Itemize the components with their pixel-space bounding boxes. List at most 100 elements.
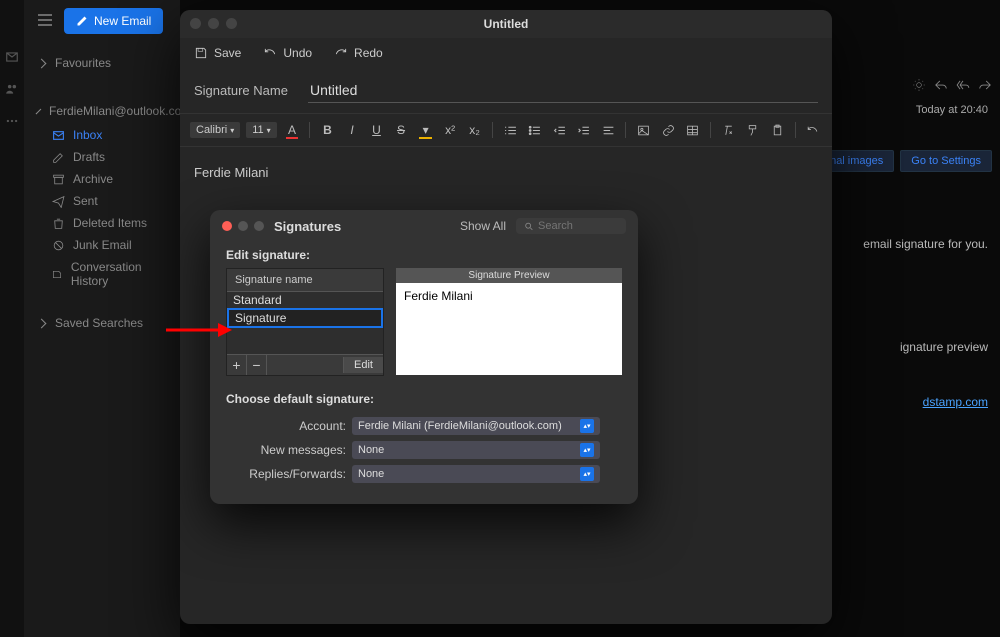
highlight-button[interactable]: ▾ <box>416 120 435 140</box>
superscript-button[interactable]: x² <box>441 120 460 140</box>
signature-list: Signature name Standard Signature + − Ed… <box>226 268 384 376</box>
favourites-label: Favourites <box>55 56 111 70</box>
font-name: Calibri <box>196 124 227 136</box>
account-label: Account: <box>226 419 346 433</box>
strike-button[interactable]: S <box>392 120 411 140</box>
clear-format-button[interactable] <box>719 120 738 140</box>
sidebar-item-label: Conversation History <box>71 260 164 288</box>
account-header[interactable]: FerdieMilani@outlook.co <box>28 98 176 124</box>
dialog-window-controls[interactable] <box>222 221 264 231</box>
new-messages-value: None <box>358 444 384 456</box>
dialog-title: Signatures <box>274 219 341 234</box>
sidebar-item-junk[interactable]: Junk Email <box>28 234 176 256</box>
signature-canvas[interactable]: Ferdie Milani <box>180 147 832 198</box>
save-button[interactable]: Save <box>194 46 241 60</box>
save-label: Save <box>214 46 241 60</box>
search-input-wrap[interactable] <box>516 218 626 234</box>
undo-button[interactable]: Undo <box>263 46 312 60</box>
titlebar: Untitled <box>180 10 832 38</box>
format-painter-button[interactable] <box>743 120 762 140</box>
font-color-button[interactable]: A <box>283 120 302 140</box>
new-messages-select[interactable]: None▴▾ <box>352 441 600 459</box>
account-label: FerdieMilani@outlook.co <box>49 104 181 118</box>
fontsize-select[interactable]: 11▾ <box>246 122 277 138</box>
window-title: Untitled <box>484 17 529 31</box>
show-all-button[interactable]: Show All <box>460 219 506 233</box>
sidebar-item-label: Archive <box>73 172 113 186</box>
sun-icon[interactable] <box>912 78 926 92</box>
window-controls[interactable] <box>190 18 237 29</box>
account-value: Ferdie Milani (FerdieMilani@outlook.com) <box>358 420 562 432</box>
undo-label: Undo <box>283 46 312 60</box>
subscript-button[interactable]: x₂ <box>465 120 484 140</box>
go-settings-button[interactable]: Go to Settings <box>900 150 992 172</box>
signature-name-label: Signature Name <box>194 83 288 98</box>
people-icon[interactable] <box>5 82 19 96</box>
sidebar-item-archive[interactable]: Archive <box>28 168 176 190</box>
outdent-button[interactable] <box>550 120 569 140</box>
image-button[interactable] <box>634 120 653 140</box>
indent-button[interactable] <box>574 120 593 140</box>
signatures-dialog: Signatures Show All Edit signature: Sign… <box>210 210 638 504</box>
edit-signature-label: Edit signature: <box>210 242 638 268</box>
forward-icon[interactable] <box>978 78 992 92</box>
reply-icon[interactable] <box>934 78 948 92</box>
link-button[interactable] <box>659 120 678 140</box>
sidebar-item-label: Deleted Items <box>73 216 147 230</box>
signature-name-input[interactable] <box>308 78 818 103</box>
sidebar-item-label: Junk Email <box>73 238 132 252</box>
edit-button[interactable]: Edit <box>343 357 383 373</box>
font-size: 11 <box>252 124 263 136</box>
sidebar-item-sent[interactable]: Sent <box>28 190 176 212</box>
new-email-label: New Email <box>94 14 151 28</box>
sidebar-item-deleted[interactable]: Deleted Items <box>28 212 176 234</box>
signature-list-item[interactable]: Standard <box>227 292 383 308</box>
replies-value: None <box>358 468 384 480</box>
bold-button[interactable]: B <box>318 120 337 140</box>
new-messages-label: New messages: <box>226 443 346 457</box>
choose-default-label: Choose default signature: <box>210 376 638 414</box>
sidebar: New Email Favourites FerdieMilani@outloo… <box>24 0 180 637</box>
message-timestamp: Today at 20:40 <box>916 104 988 116</box>
more-icon[interactable] <box>5 114 19 128</box>
format-toolbar: Calibri▾ 11▾ A B I U S ▾ x² x₂ <box>180 113 832 147</box>
undo-icon[interactable] <box>803 120 822 140</box>
signature-editor-window: Untitled Save Undo Redo Signature Name C… <box>180 10 832 624</box>
sidebar-item-inbox[interactable]: Inbox <box>28 124 176 146</box>
preview-header: Signature Preview <box>396 268 622 283</box>
close-icon[interactable] <box>222 221 232 231</box>
bullet-list-button[interactable] <box>525 120 544 140</box>
signature-preview: Signature Preview Ferdie Milani <box>396 268 622 376</box>
sidebar-item-label: Inbox <box>73 128 102 142</box>
preview-body: Ferdie Milani <box>396 283 622 375</box>
message-actions <box>912 78 992 92</box>
search-input[interactable] <box>538 220 618 232</box>
favourites-header[interactable]: Favourites <box>28 50 176 76</box>
font-select[interactable]: Calibri▾ <box>190 122 240 138</box>
compose-icon <box>76 15 88 27</box>
saved-searches-header[interactable]: Saved Searches <box>28 310 176 336</box>
numbered-list-button[interactable] <box>501 120 520 140</box>
new-email-button[interactable]: New Email <box>64 8 163 34</box>
underline-button[interactable]: U <box>367 120 386 140</box>
bg-link-fragment[interactable]: dstamp.com <box>923 395 988 409</box>
add-signature-button[interactable]: + <box>227 355 247 375</box>
remove-signature-button[interactable]: − <box>247 355 267 375</box>
paste-button[interactable] <box>768 120 787 140</box>
account-select[interactable]: Ferdie Milani (FerdieMilani@outlook.com)… <box>352 417 600 435</box>
sidebar-item-drafts[interactable]: Drafts <box>28 146 176 168</box>
sidebar-item-history[interactable]: Conversation History <box>28 256 176 292</box>
mail-icon[interactable] <box>5 50 19 64</box>
italic-button[interactable]: I <box>343 120 362 140</box>
signature-list-header: Signature name <box>227 269 383 292</box>
hamburger-icon[interactable] <box>38 14 52 26</box>
redo-button[interactable]: Redo <box>334 46 383 60</box>
canvas-text: Ferdie Milani <box>194 165 268 180</box>
align-button[interactable] <box>599 120 618 140</box>
toolbar: Save Undo Redo <box>180 38 832 68</box>
table-button[interactable] <box>683 120 702 140</box>
app-rail <box>0 0 24 637</box>
reply-all-icon[interactable] <box>956 78 970 92</box>
signature-list-item-editing[interactable]: Signature <box>227 308 383 328</box>
replies-select[interactable]: None▴▾ <box>352 465 600 483</box>
